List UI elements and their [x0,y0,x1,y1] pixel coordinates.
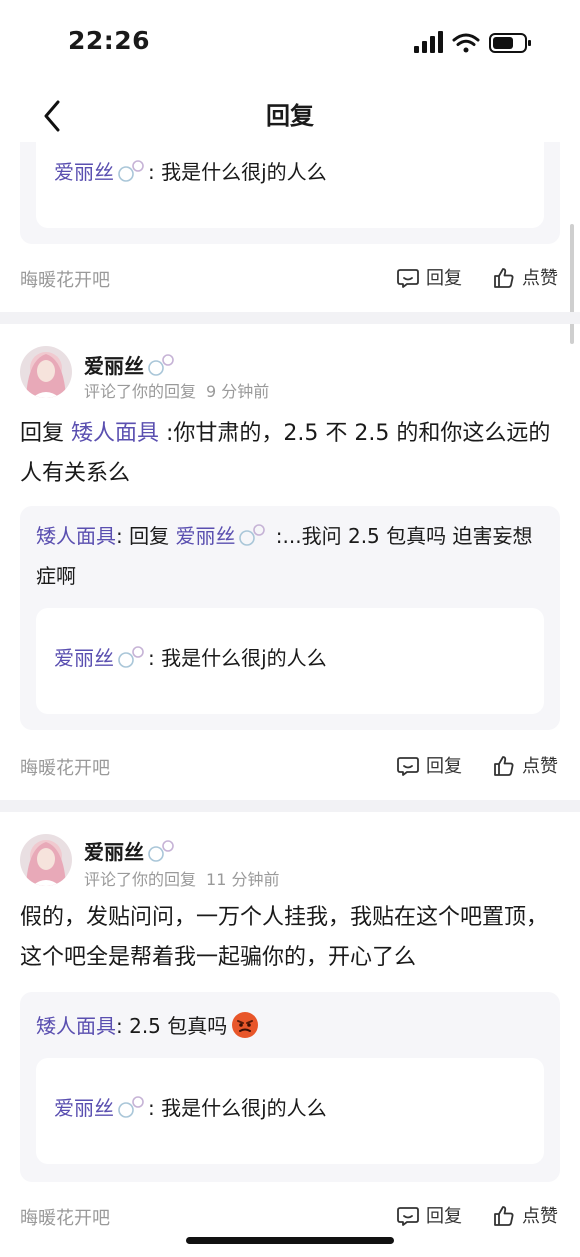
meta-action: 评论了你的回复 [84,382,197,401]
status-time: 22:26 [68,26,151,55]
status-icons [414,30,534,60]
like-button[interactable]: 点赞 [492,1202,558,1232]
bubble-badge-icon [148,840,174,862]
status-bar: 22:26 [0,0,580,86]
reply-label: 回复 [426,268,462,289]
forum-name[interactable]: 晦暖花开吧 [20,1204,110,1230]
quote-inner-box: 爱丽丝 : 我是什么很j的人么 [36,608,544,714]
forum-name[interactable]: 晦暖花开吧 [20,266,110,292]
reply-label: 回复 [426,1206,462,1227]
forum-name[interactable]: 晦暖花开吧 [20,754,110,780]
bubble-badge-icon [118,1096,144,1118]
username[interactable]: 爱丽丝 [84,350,178,379]
timestamp: 9 分钟前 [206,382,270,401]
comment-text: 回复 矮人面具 :你甘肃的，2.5 不 2.5 的和你这么远的人有关系么 [20,414,556,494]
divider [0,312,580,324]
reply-button[interactable]: 回复 [396,264,462,294]
comment-icon [397,757,419,776]
mention-user[interactable]: 爱丽丝 [54,160,114,184]
quote-box: 爱丽丝 : 我是什么很j的人么 [20,142,560,244]
like-label: 点赞 [522,1206,558,1227]
username-text: 爱丽丝 [84,354,144,378]
comment-icon [397,1207,419,1226]
page-title: 回复 [266,102,314,130]
wifi-icon [452,33,480,53]
thumbs-up-icon [494,1206,514,1226]
mention-user[interactable]: 爱丽丝 [175,524,235,548]
quote-inner-box: 爱丽丝 : 我是什么很j的人么 [36,1058,544,1164]
signal-icon [414,31,443,53]
bubble-badge-icon [118,646,144,668]
action-row: 晦暖花开吧 回复 点赞 [0,262,580,298]
bubble-badge-icon [239,524,266,546]
thumbs-up-icon [494,756,514,776]
quote-box[interactable]: 矮人面具: 2.5 包真吗 爱丽丝 : 我是什么很j的人么 [20,992,560,1182]
like-button[interactable]: 点赞 [492,752,558,782]
mention-user[interactable]: 矮人面具 [71,421,159,446]
comment-body: 假的，发贴问问，一万个人挂我，我贴在这个吧置顶，这个吧全是帮着我一起骗你的，开心… [20,905,549,970]
nav-bar: 回复 [0,86,580,142]
quote-box[interactable]: 矮人面具: 回复 爱丽丝 :...我问 2.5 包真吗 迫害妄想症啊 爱丽丝: … [20,506,560,730]
bubble-badge-icon [148,354,174,376]
username[interactable]: 爱丽丝 [84,836,178,865]
avatar[interactable] [20,834,72,886]
quote-inner-text: 爱丽丝 : 我是什么很j的人么 [54,1092,327,1121]
username-text: 爱丽丝 [84,840,144,864]
action-row: 晦暖花开吧 回复 点赞 [0,750,580,786]
comment-meta: 评论了你的回复 11 分钟前 [84,866,279,890]
mention-user[interactable]: 爱丽丝 [54,1096,114,1120]
reply-label: 回复 [426,756,462,777]
comment-text: 假的，发贴问问，一万个人挂我，我贴在这个吧置顶，这个吧全是帮着我一起骗你的，开心… [20,898,556,978]
mention-user[interactable]: 矮人面具 [36,524,116,548]
battery-icon [489,33,531,53]
meta-action: 评论了你的回复 [84,870,197,889]
like-button[interactable]: 点赞 [492,264,558,294]
mention-user[interactable]: 爱丽丝 [54,646,114,670]
angry-face-icon [232,1012,259,1038]
quote-sep: : 回复 [116,524,176,548]
quote-text: 矮人面具: 2.5 包真吗 [36,1006,548,1046]
reply-card: 爱丽丝 评论了你的回复 9 分钟前 回复 矮人面具 :你甘肃的，2.5 不 2.5… [0,324,580,800]
quote-inner-box: 爱丽丝 : 我是什么很j的人么 [36,142,544,228]
home-indicator[interactable] [186,1237,394,1244]
quote-inner-body: : 我是什么很j的人么 [148,160,327,184]
quote-inner-text: 爱丽丝 : 我是什么很j的人么 [54,156,327,185]
mention-user[interactable]: 矮人面具 [36,1014,116,1038]
divider [0,800,580,812]
action-row: 晦暖花开吧 回复 点赞 [0,1200,580,1236]
reply-button[interactable]: 回复 [396,752,462,782]
quote-text: 矮人面具: 回复 爱丽丝 :...我问 2.5 包真吗 迫害妄想症啊 [36,516,548,596]
quote-inner-body: : 我是什么很j的人么 [148,1096,327,1120]
quote-body: : 2.5 包真吗 [116,1014,228,1038]
reply-card: 爱丽丝 : 我是什么很j的人么 晦暖花开吧 回复 点赞 [0,142,580,312]
timestamp: 11 分钟前 [206,870,280,889]
comment-prefix: 回复 [20,421,71,446]
avatar[interactable] [20,346,72,398]
comment-icon [397,269,419,288]
like-label: 点赞 [522,268,558,289]
reply-button[interactable]: 回复 [396,1202,462,1232]
comment-meta: 评论了你的回复 9 分钟前 [84,378,269,402]
quote-inner-text: 爱丽丝 : 我是什么很j的人么 [54,642,327,671]
like-label: 点赞 [522,756,558,777]
quote-inner-body: : 我是什么很j的人么 [148,646,327,670]
thumbs-up-icon [494,268,514,288]
bubble-badge-icon [118,160,144,182]
reply-card: 爱丽丝 评论了你的回复 11 分钟前 假的，发贴问问，一万个人挂我，我贴在这个吧置… [0,812,580,1257]
